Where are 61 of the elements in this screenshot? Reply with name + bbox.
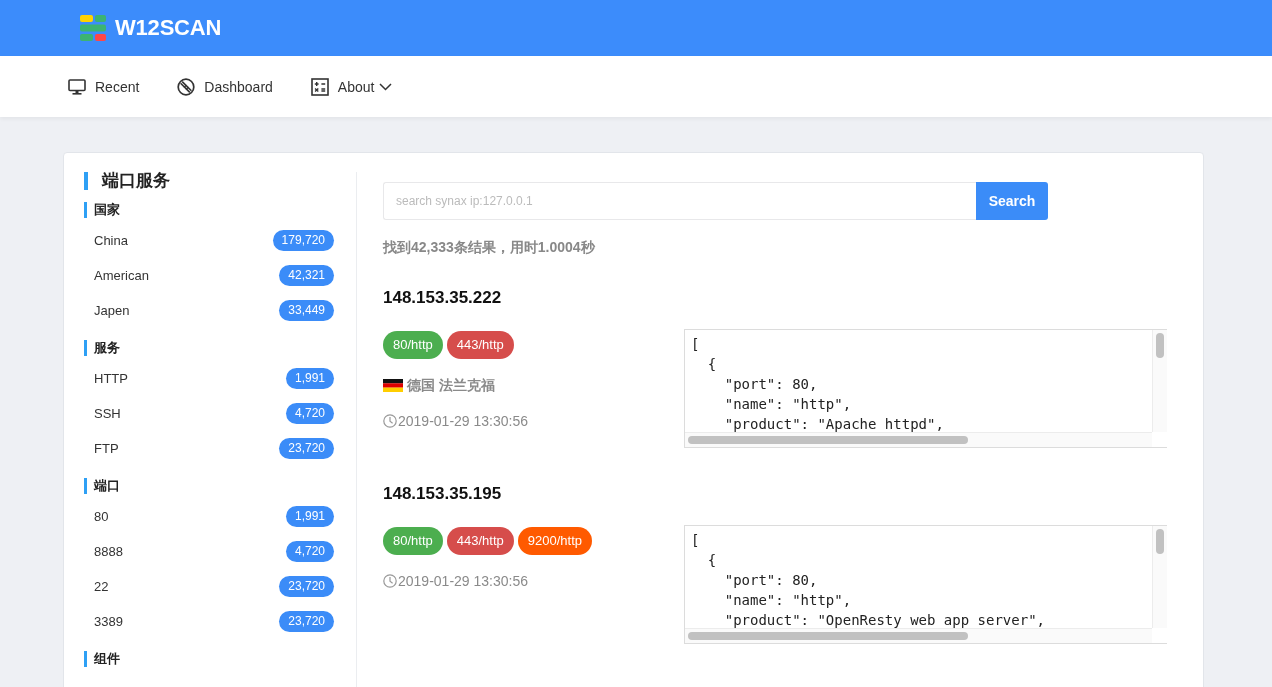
code-line: "port": 80, — [723, 375, 819, 394]
port-tag: 9200/http — [517, 527, 592, 555]
port-tag: 80/http — [383, 527, 443, 555]
facet-link[interactable]: 22 — [94, 577, 109, 596]
logo-icon — [80, 15, 106, 41]
timestamp: 2019-01-29 13:30:56 — [398, 412, 528, 431]
nav-link[interactable]: Recent — [68, 76, 140, 97]
facet-link[interactable]: SSH — [94, 404, 121, 423]
port-tag: 80/http — [383, 331, 443, 359]
facet-link[interactable]: American — [94, 266, 149, 285]
section-heading: 国家 — [84, 202, 334, 218]
count-badge: 1,991 — [285, 506, 334, 527]
location-text: 德国 法兰克福 — [407, 376, 495, 395]
code-line: "name": "http", — [723, 395, 853, 414]
count-badge: 4,720 — [285, 541, 334, 562]
timestamp: 2019-01-29 13:30:56 — [398, 572, 528, 591]
horizontal-scrollbar[interactable] — [685, 628, 1152, 643]
sidebar-title: 端口服务 — [84, 172, 334, 190]
result-summary: 找到42,333条结果，用时1.0004秒 — [383, 238, 596, 257]
code-line: { — [706, 355, 718, 374]
facet-link[interactable]: FTP — [94, 439, 119, 458]
clock-icon — [383, 414, 397, 428]
section-heading: 组件 — [84, 651, 334, 667]
vertical-scrollbar[interactable] — [1152, 330, 1167, 432]
monitor-icon — [68, 78, 86, 95]
flag-icon — [383, 378, 403, 392]
code-line: "port": 80, — [723, 571, 819, 590]
code-line: [ — [691, 531, 701, 550]
count-badge: 42,321 — [279, 265, 334, 286]
count-badge: 1,991 — [285, 368, 334, 389]
facet-link[interactable]: 8888 — [94, 542, 123, 561]
code-line: { — [706, 551, 718, 570]
section-heading: 端口 — [84, 478, 334, 494]
code-line: "product": "Apache httpd", — [723, 415, 945, 432]
code-line: "name": "http", — [723, 591, 853, 610]
ip-link[interactable]: 148.153.35.195 — [383, 482, 502, 506]
facet-link[interactable]: HTTP — [94, 369, 128, 388]
section-heading: 服务 — [84, 340, 334, 356]
port-tag: 443/http — [446, 331, 514, 359]
code-line: [ — [691, 335, 701, 354]
count-badge: 23,720 — [279, 576, 334, 597]
count-badge: 33,449 — [279, 300, 334, 321]
clock-icon — [383, 574, 397, 588]
facet-link[interactable]: Japen — [94, 301, 130, 320]
slashed-circle-icon — [177, 77, 196, 96]
count-badge: 23,720 — [279, 438, 334, 459]
count-badge: 179,720 — [272, 230, 334, 251]
nav-link[interactable]: Dashboard — [177, 76, 273, 97]
nav-link[interactable]: About — [310, 76, 393, 97]
count-badge: 23,720 — [279, 611, 334, 632]
ip-link[interactable]: 148.153.35.222 — [383, 286, 502, 310]
facet-link[interactable]: 3389 — [94, 612, 123, 631]
vertical-scrollbar[interactable] — [1152, 526, 1167, 628]
facet-link[interactable]: China — [94, 231, 128, 250]
calculator-icon — [310, 77, 329, 96]
port-tag: 443/http — [446, 527, 514, 555]
facet-link[interactable]: 80 — [94, 507, 109, 526]
code-line: "product": "OpenResty web app server", — [723, 611, 1046, 628]
horizontal-scrollbar[interactable] — [685, 432, 1152, 447]
count-badge: 4,720 — [285, 403, 334, 424]
search-field[interactable]: search synax ip:127.0.0.1 — [383, 182, 976, 220]
